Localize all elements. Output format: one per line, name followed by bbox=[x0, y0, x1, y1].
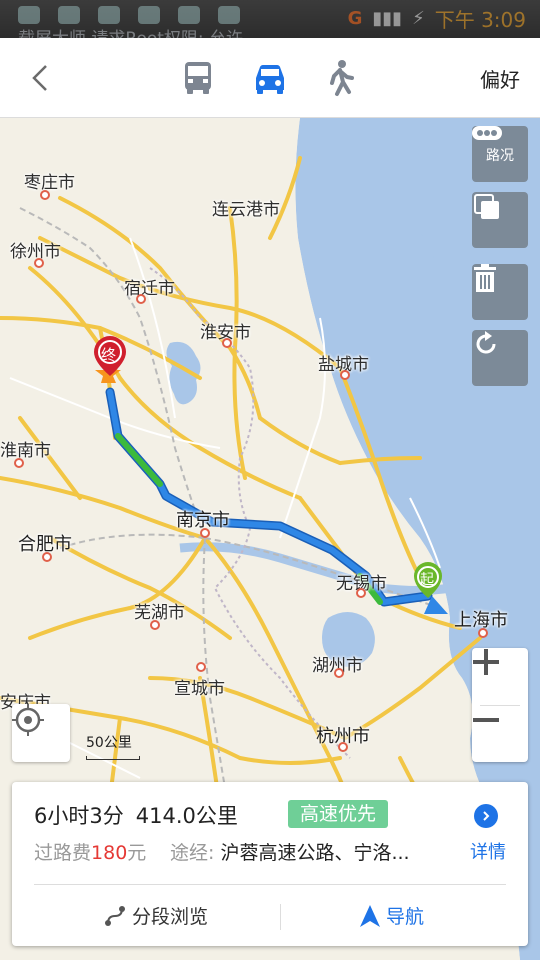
city-label: 芜湖市 bbox=[134, 603, 185, 623]
city-label: 枣庄市 bbox=[24, 173, 75, 193]
navigate-label: 导航 bbox=[386, 906, 425, 928]
city-dot bbox=[40, 190, 50, 200]
city-dot bbox=[222, 338, 232, 348]
city-dot bbox=[14, 458, 24, 468]
toll-info: 过路费180元 bbox=[34, 838, 146, 865]
back-icon[interactable] bbox=[26, 62, 56, 94]
route-segments-icon bbox=[105, 905, 125, 926]
city-dot bbox=[136, 294, 146, 304]
city-dot bbox=[34, 258, 44, 268]
chat-icon bbox=[218, 6, 240, 24]
traffic-label: 路况 bbox=[486, 148, 514, 164]
city-label: 连云港市 bbox=[212, 200, 280, 220]
clock: 下午 3:09 bbox=[434, 8, 526, 32]
segment-browse-label: 分段浏览 bbox=[132, 906, 209, 928]
system-icons: G ▮▮▮ ⚡ 下午 3:09 bbox=[348, 4, 526, 33]
layers-icon bbox=[474, 194, 499, 219]
scale-bar bbox=[86, 756, 140, 760]
navigation-arrow-icon bbox=[360, 904, 380, 927]
city-dot bbox=[42, 552, 52, 562]
route-tag-badge: 高速优先 bbox=[288, 800, 389, 828]
battery-icon: ⚡ bbox=[412, 8, 425, 29]
route-mode-bar: 偏好 bbox=[0, 38, 540, 118]
route-distance: 414.0公里 bbox=[135, 804, 238, 828]
route-summary: 6小时3分 414.0公里 bbox=[34, 800, 238, 830]
locate-button[interactable] bbox=[12, 704, 70, 762]
route-duration: 6小时3分 bbox=[34, 804, 124, 828]
notification-icon bbox=[18, 6, 40, 24]
segment-browse-button[interactable]: 分段浏览 bbox=[104, 902, 208, 929]
city-dot bbox=[340, 370, 350, 380]
app-icon bbox=[98, 6, 120, 24]
city-dot bbox=[200, 528, 210, 538]
toll-label: 过路费 bbox=[34, 842, 92, 864]
start-marker-label: 起 bbox=[420, 572, 434, 588]
city-label: 宣城市 bbox=[174, 679, 225, 699]
bus-icon[interactable] bbox=[176, 56, 220, 100]
refresh-icon bbox=[476, 331, 496, 354]
via-info: 途经: 沪蓉高速公路、宁洛... bbox=[170, 838, 410, 865]
via-label: 途经: bbox=[170, 842, 215, 864]
plus-icon bbox=[473, 649, 499, 675]
navigate-button[interactable]: 导航 bbox=[360, 902, 424, 929]
map-app-icon bbox=[178, 6, 200, 24]
network-type: G bbox=[347, 8, 363, 29]
city-label: 宿迁市 bbox=[124, 279, 175, 299]
app-icon bbox=[138, 6, 160, 24]
action-divider bbox=[280, 904, 281, 930]
locate-icon bbox=[12, 704, 44, 736]
preference-button[interactable]: 偏好 bbox=[480, 64, 520, 93]
city-dot bbox=[338, 742, 348, 752]
refresh-button[interactable] bbox=[472, 330, 528, 386]
notification-icons bbox=[18, 6, 240, 24]
city-dot bbox=[150, 620, 160, 630]
detail-button[interactable]: 详情 bbox=[470, 838, 506, 864]
city-label: 淮南市 bbox=[0, 441, 51, 461]
toll-unit: 元 bbox=[127, 842, 147, 864]
zoom-out-button[interactable] bbox=[472, 706, 528, 762]
layers-button[interactable] bbox=[472, 192, 528, 248]
usb-icon bbox=[58, 6, 80, 24]
traffic-icon bbox=[472, 126, 502, 140]
trash-icon bbox=[474, 264, 496, 292]
city-dot bbox=[478, 628, 488, 638]
chevron-right-icon[interactable] bbox=[474, 804, 498, 828]
walk-icon[interactable] bbox=[318, 56, 362, 100]
minus-icon bbox=[473, 718, 499, 722]
car-icon[interactable] bbox=[248, 56, 292, 100]
city-dot bbox=[334, 668, 344, 678]
zoom-in-button[interactable] bbox=[472, 648, 528, 704]
city-dot bbox=[196, 662, 206, 672]
end-marker-label: 终 bbox=[101, 346, 117, 364]
zoom-control bbox=[472, 648, 528, 762]
city-dot bbox=[356, 588, 366, 598]
route-summary-card[interactable]: 6小时3分 414.0公里 高速优先 过路费180元 途经: 沪蓉高速公路、宁洛.… bbox=[12, 782, 528, 946]
signal-icon: ▮▮▮ bbox=[372, 8, 403, 29]
status-bar: G ▮▮▮ ⚡ 下午 3:09 载屏大师 请求Root权限: 允许 bbox=[0, 0, 540, 49]
traffic-button[interactable]: 路况 bbox=[472, 126, 528, 182]
card-divider bbox=[34, 884, 506, 885]
clear-route-button[interactable] bbox=[472, 264, 528, 320]
toll-value: 180 bbox=[91, 842, 128, 864]
scale-label: 50公里 bbox=[86, 735, 132, 751]
via-roads: 沪蓉高速公路、宁洛... bbox=[220, 842, 410, 864]
